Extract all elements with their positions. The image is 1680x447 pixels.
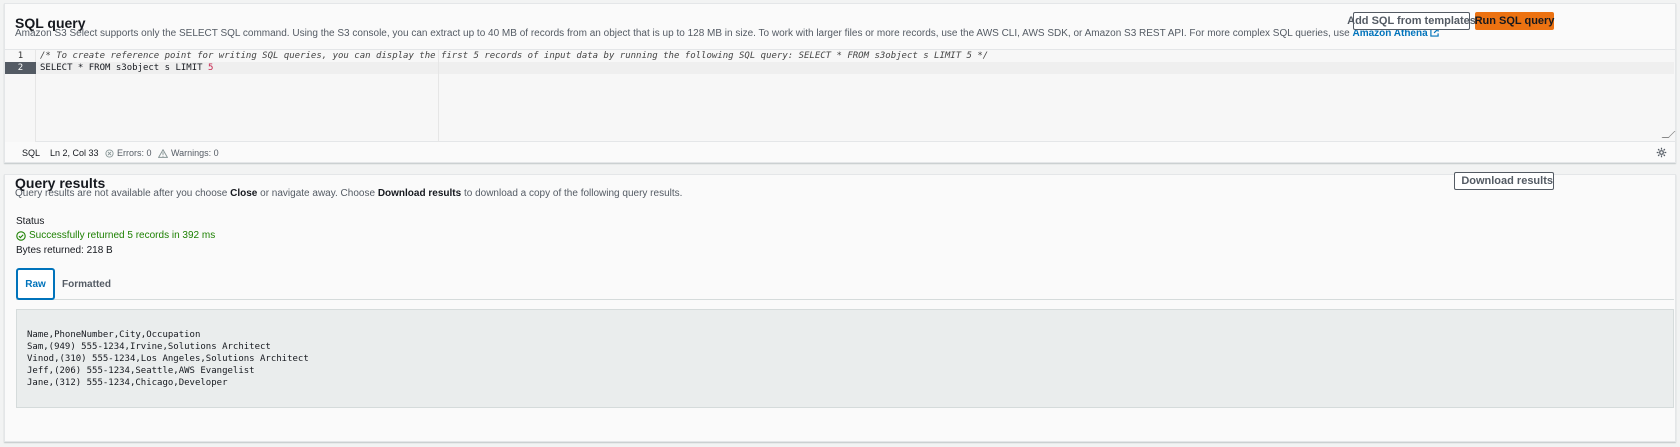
warning-triangle-icon <box>158 148 168 158</box>
raw-line: Jeff,(206) 555-1234,Seattle,AWS Evangeli… <box>27 366 255 376</box>
sql-editor[interactable]: 1 2 /* To create reference point for wri… <box>5 49 1676 142</box>
raw-line: Vinod,(310) 555-1234,Los Angeles,Solutio… <box>27 354 309 364</box>
line-number: 1 <box>17 51 24 61</box>
code-line-1: /* To create reference point for writing… <box>40 51 989 61</box>
add-sql-from-templates-button[interactable]: Add SQL from templates <box>1347 12 1476 30</box>
status-label: Status <box>16 216 45 227</box>
raw-results-box: Name,PhoneNumber,City,Occupation Sam,(94… <box>16 309 1674 408</box>
warnings-count[interactable]: Warnings: 0 <box>158 148 219 158</box>
check-circle-icon <box>16 230 26 241</box>
errors-count[interactable]: Errors: 0 <box>105 148 152 158</box>
status-success: Successfully returned 5 records in 392 m… <box>16 230 215 241</box>
gear-icon[interactable] <box>1656 146 1667 161</box>
run-sql-query-button[interactable]: Run SQL query <box>1475 12 1554 30</box>
raw-line: Name,PhoneNumber,City,Occupation <box>27 330 201 340</box>
code-line-2: SELECT * FROM s3object s LIMIT 5 <box>40 63 214 73</box>
bytes-returned: Bytes returned: 218 B <box>16 245 113 256</box>
raw-line: Jane,(312) 555-1234,Chicago,Developer <box>27 378 228 388</box>
download-results-button[interactable]: Download results <box>1454 172 1554 190</box>
sql-query-description: Amazon S3 Select supports only the SELEC… <box>15 28 1440 39</box>
tab-raw[interactable]: Raw <box>16 268 55 300</box>
resize-handle-icon[interactable] <box>1661 131 1676 138</box>
query-results-panel: Query results Query results are not avai… <box>4 172 1676 442</box>
line-number-active: 2 <box>5 62 36 74</box>
editor-statusbar: SQL Ln 2, Col 33 Errors: 0 Warnings: 0 <box>5 143 1675 163</box>
sql-query-panel: SQL query Amazon S3 Select supports only… <box>4 3 1676 163</box>
raw-line: Sam,(949) 555-1234,Irvine,Solutions Arch… <box>27 342 271 352</box>
print-margin <box>438 50 439 142</box>
tab-formatted[interactable]: Formatted <box>59 268 114 300</box>
cursor-position: Ln 2, Col 33 <box>50 148 99 158</box>
active-line-highlight <box>36 62 1674 74</box>
error-circle-icon <box>105 148 114 158</box>
language-indicator: SQL <box>22 148 41 158</box>
query-results-description: Query results are not available after yo… <box>15 188 683 199</box>
results-tabs: Raw Formatted <box>16 268 1674 300</box>
editor-gutter: 1 2 <box>5 50 36 142</box>
